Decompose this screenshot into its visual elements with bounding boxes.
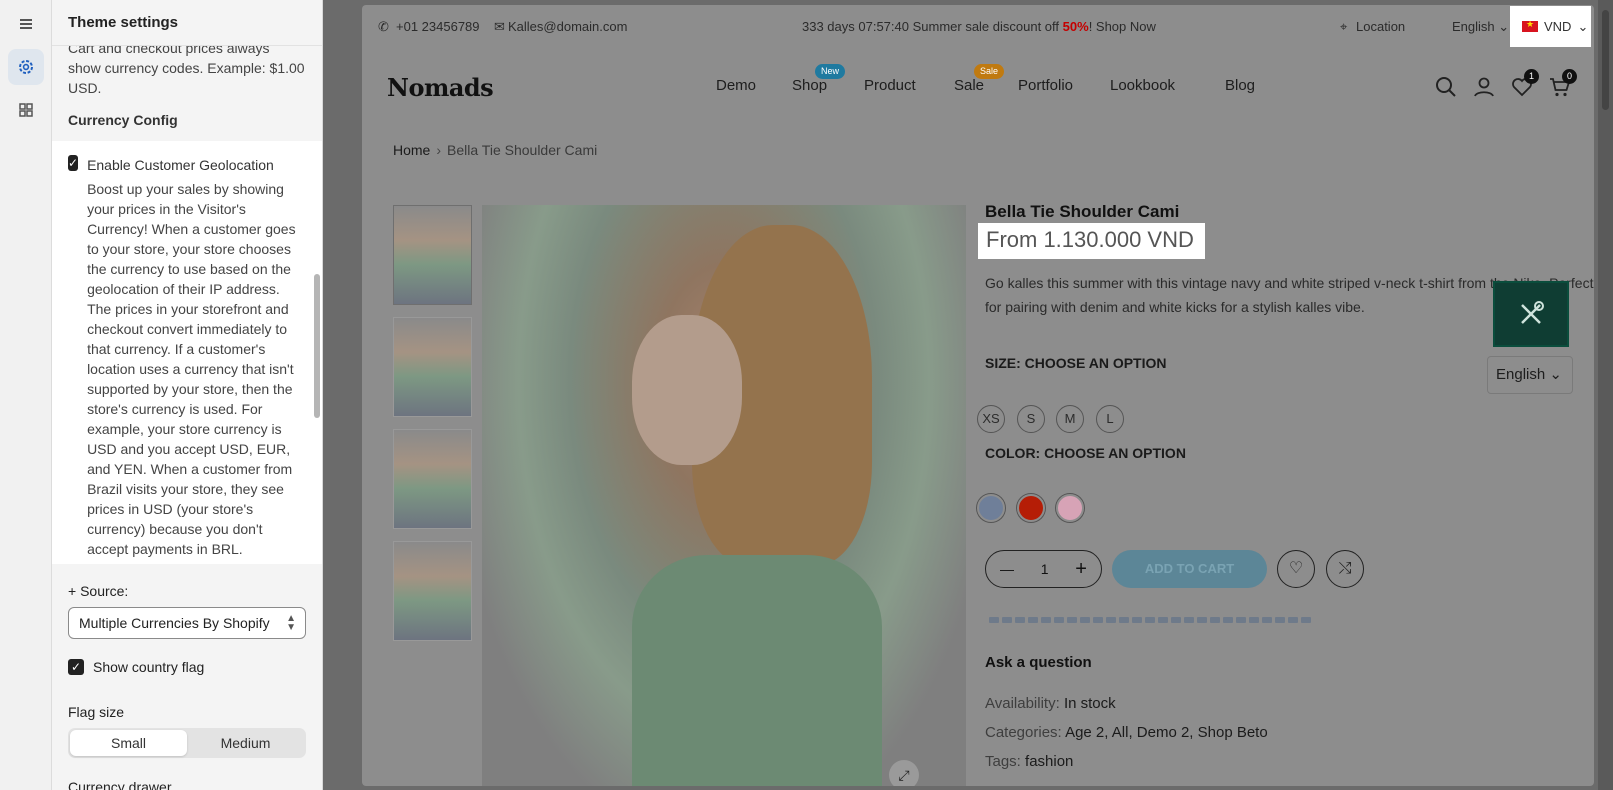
- categories: Categories: Age 2, All, Demo 2, Shop Bet…: [985, 724, 1268, 741]
- app-window: Theme settings Cart and checkout prices …: [0, 0, 1613, 790]
- mail-icon: ✉: [494, 19, 505, 34]
- color-swatch-pink[interactable]: [1056, 494, 1084, 522]
- product-thumbnail[interactable]: [393, 205, 472, 305]
- show-flag-label: Show country flag: [93, 659, 205, 675]
- product-title: Bella Tie Shoulder Cami: [985, 202, 1180, 221]
- add-to-cart-button[interactable]: ADD TO CART: [1112, 550, 1267, 588]
- size-s[interactable]: S: [1017, 405, 1045, 433]
- nav-lookbook[interactable]: Lookbook: [1110, 77, 1175, 94]
- nav-sale[interactable]: Sale: [954, 77, 984, 94]
- show-flag-setting: ✓ Show country flag: [68, 659, 204, 675]
- promo-text[interactable]: 333 days 07:57:40 Summer sale discount o…: [802, 19, 1156, 34]
- location-pin-icon: ⌖: [1340, 19, 1348, 34]
- source-label: + Source:: [68, 583, 129, 599]
- nav-demo[interactable]: Demo: [716, 77, 756, 94]
- size-m[interactable]: M: [1056, 405, 1084, 433]
- tools-icon: [1521, 301, 1544, 324]
- geolocation-description: Boost up your sales by showing your pric…: [87, 181, 296, 557]
- preview-scrollbar[interactable]: [1598, 0, 1613, 790]
- color-label: COLOR: CHOOSE AN OPTION: [985, 445, 1186, 461]
- geolocation-setting: ✓ Enable Customer Geolocation Boost up y…: [52, 141, 322, 564]
- breadcrumb-current: Bella Tie Shoulder Cami: [447, 142, 598, 158]
- email-link[interactable]: Kalles@domain.com: [508, 19, 627, 34]
- account-icon[interactable]: [1472, 75, 1496, 99]
- payment-icons: [989, 617, 1311, 623]
- theme-settings-panel: Theme settings Cart and checkout prices …: [52, 0, 323, 790]
- color-swatch-blue[interactable]: [977, 494, 1005, 522]
- minus-icon[interactable]: —: [1000, 561, 1014, 577]
- categories-label: Categories:: [985, 724, 1062, 741]
- floating-language-select[interactable]: English ⌄: [1487, 356, 1573, 394]
- tags-value[interactable]: fashion: [1025, 753, 1073, 770]
- geolocation-checkbox[interactable]: ✓: [68, 155, 79, 171]
- sale-badge: Sale: [974, 64, 1005, 79]
- product-thumbnail[interactable]: [393, 317, 472, 417]
- language-select[interactable]: English ⌄: [1452, 19, 1509, 35]
- categories-value[interactable]: Age 2, All, Demo 2, Shop Beto: [1065, 724, 1268, 741]
- availability-label: Availability:: [985, 695, 1060, 712]
- new-badge: New: [815, 64, 846, 79]
- color-swatch-red[interactable]: [1017, 494, 1045, 522]
- panel-scrollbar[interactable]: [312, 46, 322, 790]
- product-thumbnails: [393, 205, 472, 653]
- currency-drawer-label: Currency drawer: [68, 779, 172, 790]
- breadcrumb: Home › Bella Tie Shoulder Cami: [393, 142, 598, 158]
- select-arrows-icon: ▲ ▼: [286, 613, 296, 633]
- wishlist-heart-icon[interactable]: ♡: [1277, 550, 1315, 588]
- nav-portfolio[interactable]: Portfolio: [1018, 77, 1073, 94]
- wishlist-count: 1: [1524, 69, 1539, 84]
- flag-size-label: Flag size: [68, 704, 125, 720]
- source-select[interactable]: Multiple Currencies By Shopify ▲ ▼: [68, 607, 306, 639]
- nav-product[interactable]: Product: [864, 77, 916, 94]
- phone-icon: ✆: [378, 19, 389, 34]
- tags: Tags: fashion: [985, 753, 1073, 770]
- show-flag-checkbox[interactable]: ✓: [68, 659, 84, 675]
- search-icon[interactable]: [1434, 75, 1458, 99]
- flag-size-medium[interactable]: Medium: [187, 730, 304, 756]
- quantity-value[interactable]: 1: [1041, 561, 1049, 577]
- tags-label: Tags:: [985, 753, 1021, 770]
- size-label: SIZE: CHOOSE AN OPTION: [985, 355, 1167, 371]
- product-thumbnail[interactable]: [393, 541, 472, 641]
- product-main-image[interactable]: [482, 205, 966, 786]
- availability: Availability: In stock: [985, 695, 1116, 712]
- store-logo[interactable]: Nomads: [387, 73, 494, 102]
- product-thumbnail[interactable]: [393, 429, 472, 529]
- chevron-down-icon: ⌄: [1577, 18, 1589, 34]
- currency-config-heading: Currency Config: [68, 112, 178, 128]
- sections-icon[interactable]: [8, 6, 44, 42]
- geolocation-label: Enable Customer Geolocation: [87, 157, 274, 173]
- apps-icon[interactable]: [8, 92, 44, 128]
- product-price: From 1.130.000 VND: [978, 223, 1205, 259]
- size-l[interactable]: L: [1096, 405, 1124, 433]
- flag-size-toggle: Small Medium: [68, 728, 306, 758]
- expand-icon[interactable]: ⤢: [889, 760, 919, 786]
- phone-number[interactable]: +01 23456789: [396, 19, 480, 34]
- source-select-value: Multiple Currencies By Shopify: [79, 615, 270, 631]
- left-rail: [0, 0, 52, 790]
- theme-settings-gear-icon[interactable]: [8, 49, 44, 85]
- tools-button[interactable]: [1493, 281, 1569, 347]
- flag-size-small[interactable]: Small: [70, 730, 187, 756]
- nav-shop[interactable]: Shop: [792, 77, 827, 94]
- availability-value: In stock: [1063, 695, 1116, 712]
- cart-count: 0: [1562, 69, 1577, 84]
- vietnam-flag-icon: [1522, 19, 1538, 32]
- storefront-preview: ✆ +01 23456789 ✉ Kalles@domain.com 333 d…: [362, 5, 1594, 786]
- announcement-bar: ✆ +01 23456789 ✉ Kalles@domain.com 333 d…: [362, 5, 1594, 49]
- currency-code-note: Cart and checkout prices always show cur…: [68, 40, 305, 96]
- currency-select[interactable]: VND ⌄: [1510, 6, 1591, 47]
- ask-question-link[interactable]: Ask a question: [985, 654, 1092, 671]
- panel-title: Theme settings: [52, 0, 322, 46]
- promo-percent: 50%: [1062, 19, 1089, 34]
- location-link[interactable]: Location: [1356, 19, 1405, 34]
- quantity-stepper: — 1 +: [985, 550, 1102, 588]
- compare-icon[interactable]: ⤭: [1326, 550, 1364, 588]
- currency-code: VND: [1544, 19, 1572, 34]
- breadcrumb-home[interactable]: Home: [393, 142, 430, 158]
- size-xs[interactable]: XS: [977, 405, 1005, 433]
- nav-blog[interactable]: Blog: [1225, 77, 1255, 94]
- plus-icon[interactable]: +: [1075, 558, 1087, 581]
